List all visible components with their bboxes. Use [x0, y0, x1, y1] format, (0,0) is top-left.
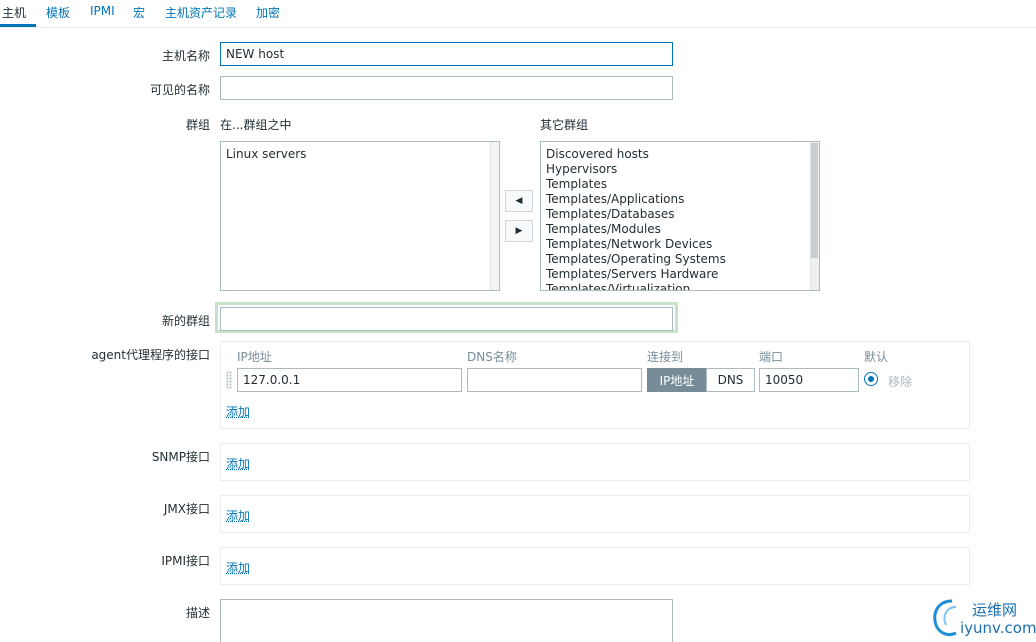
scrollbar[interactable] — [810, 142, 819, 290]
add-ipmi-interface-link[interactable]: 添加 — [226, 559, 250, 576]
new-group-label: 新的群组 — [161, 314, 210, 328]
list-item[interactable]: Linux servers — [221, 147, 499, 162]
drag-handle-icon[interactable] — [226, 371, 232, 389]
list-item[interactable]: Templates/Network Devices — [541, 237, 819, 252]
tab-templates[interactable]: 模板 — [46, 4, 70, 21]
description-textarea[interactable] — [220, 599, 673, 642]
col-default-header: 默认 — [864, 350, 889, 364]
host-name-label: 主机名称 — [161, 49, 210, 63]
ipmi-interface-label: IPMI接口 — [161, 554, 210, 568]
watermark-url-text: iyunv.com — [960, 619, 1036, 637]
col-port-header: 端口 — [759, 350, 784, 364]
tab-bar: 主机 模板 IPMI 宏 主机资产记录 加密 — [0, 0, 1036, 28]
watermark-logo: 运维网 iyunv.com — [930, 595, 1036, 639]
snmp-interface-label: SNMP接口 — [151, 450, 210, 464]
col-dns-header: DNS名称 — [467, 350, 517, 364]
list-item[interactable]: Templates/Applications — [541, 192, 819, 207]
arrow-left-icon: ◀ — [515, 196, 523, 206]
list-item[interactable]: Templates/Databases — [541, 207, 819, 222]
ipmi-interface-panel — [220, 547, 970, 585]
default-radio[interactable] — [864, 372, 878, 386]
other-groups-list[interactable]: Discovered hosts Hypervisors Templates T… — [540, 141, 820, 291]
active-tab-indicator — [0, 24, 36, 27]
list-item[interactable]: Hypervisors — [541, 162, 819, 177]
col-connect-header: 连接到 — [647, 350, 684, 364]
tab-macros[interactable]: 宏 — [133, 4, 145, 21]
tab-ipmi[interactable]: IPMI — [90, 4, 115, 18]
tab-host[interactable]: 主机 — [2, 4, 26, 21]
scrollbar-thumb[interactable] — [811, 143, 818, 258]
arrow-right-icon: ▶ — [515, 226, 523, 236]
add-jmx-interface-link[interactable]: 添加 — [226, 507, 250, 524]
jmx-interface-panel — [220, 495, 970, 533]
in-groups-label: 在...群组之中 — [220, 118, 292, 132]
visible-name-input[interactable] — [220, 76, 673, 100]
groups-label: 群组 — [185, 118, 210, 132]
tab-encryption[interactable]: 加密 — [256, 4, 280, 21]
other-groups-label: 其它群组 — [540, 118, 589, 132]
list-item[interactable]: Templates/Servers Hardware — [541, 267, 819, 282]
in-groups-list[interactable]: Linux servers — [220, 141, 500, 291]
tab-inventory[interactable]: 主机资产记录 — [165, 4, 237, 21]
move-left-button[interactable]: ◀ — [505, 190, 533, 212]
add-agent-interface-link[interactable]: 添加 — [226, 403, 250, 420]
list-item[interactable]: Templates/Virtualization — [541, 282, 819, 290]
new-group-input[interactable] — [220, 307, 673, 331]
move-right-button[interactable]: ▶ — [505, 220, 533, 242]
list-item[interactable]: Discovered hosts — [541, 147, 819, 162]
list-item[interactable]: Templates/Modules — [541, 222, 819, 237]
snmp-interface-panel — [220, 443, 970, 481]
col-ip-header: IP地址 — [237, 350, 272, 364]
agent-port-input[interactable]: 10050 — [759, 368, 859, 392]
scrollbar[interactable] — [490, 142, 499, 290]
list-item[interactable]: Templates — [541, 177, 819, 192]
connect-dns-button[interactable]: DNS — [706, 368, 755, 392]
agent-interface-label: agent代理程序的接口 — [91, 348, 210, 362]
jmx-interface-label: JMX接口 — [163, 502, 210, 516]
agent-dns-input[interactable] — [467, 368, 642, 392]
visible-name-label: 可见的名称 — [149, 83, 210, 97]
host-name-input[interactable]: NEW host — [220, 42, 673, 66]
remove-link[interactable]: 移除 — [888, 373, 912, 390]
list-item[interactable]: Templates/Operating Systems — [541, 252, 819, 267]
agent-ip-input[interactable]: 127.0.0.1 — [237, 368, 462, 392]
add-snmp-interface-link[interactable]: 添加 — [226, 455, 250, 472]
watermark-cn-text: 运维网 — [972, 601, 1018, 619]
connect-ip-button[interactable]: IP地址 — [647, 368, 707, 392]
description-label: 描述 — [185, 606, 210, 620]
